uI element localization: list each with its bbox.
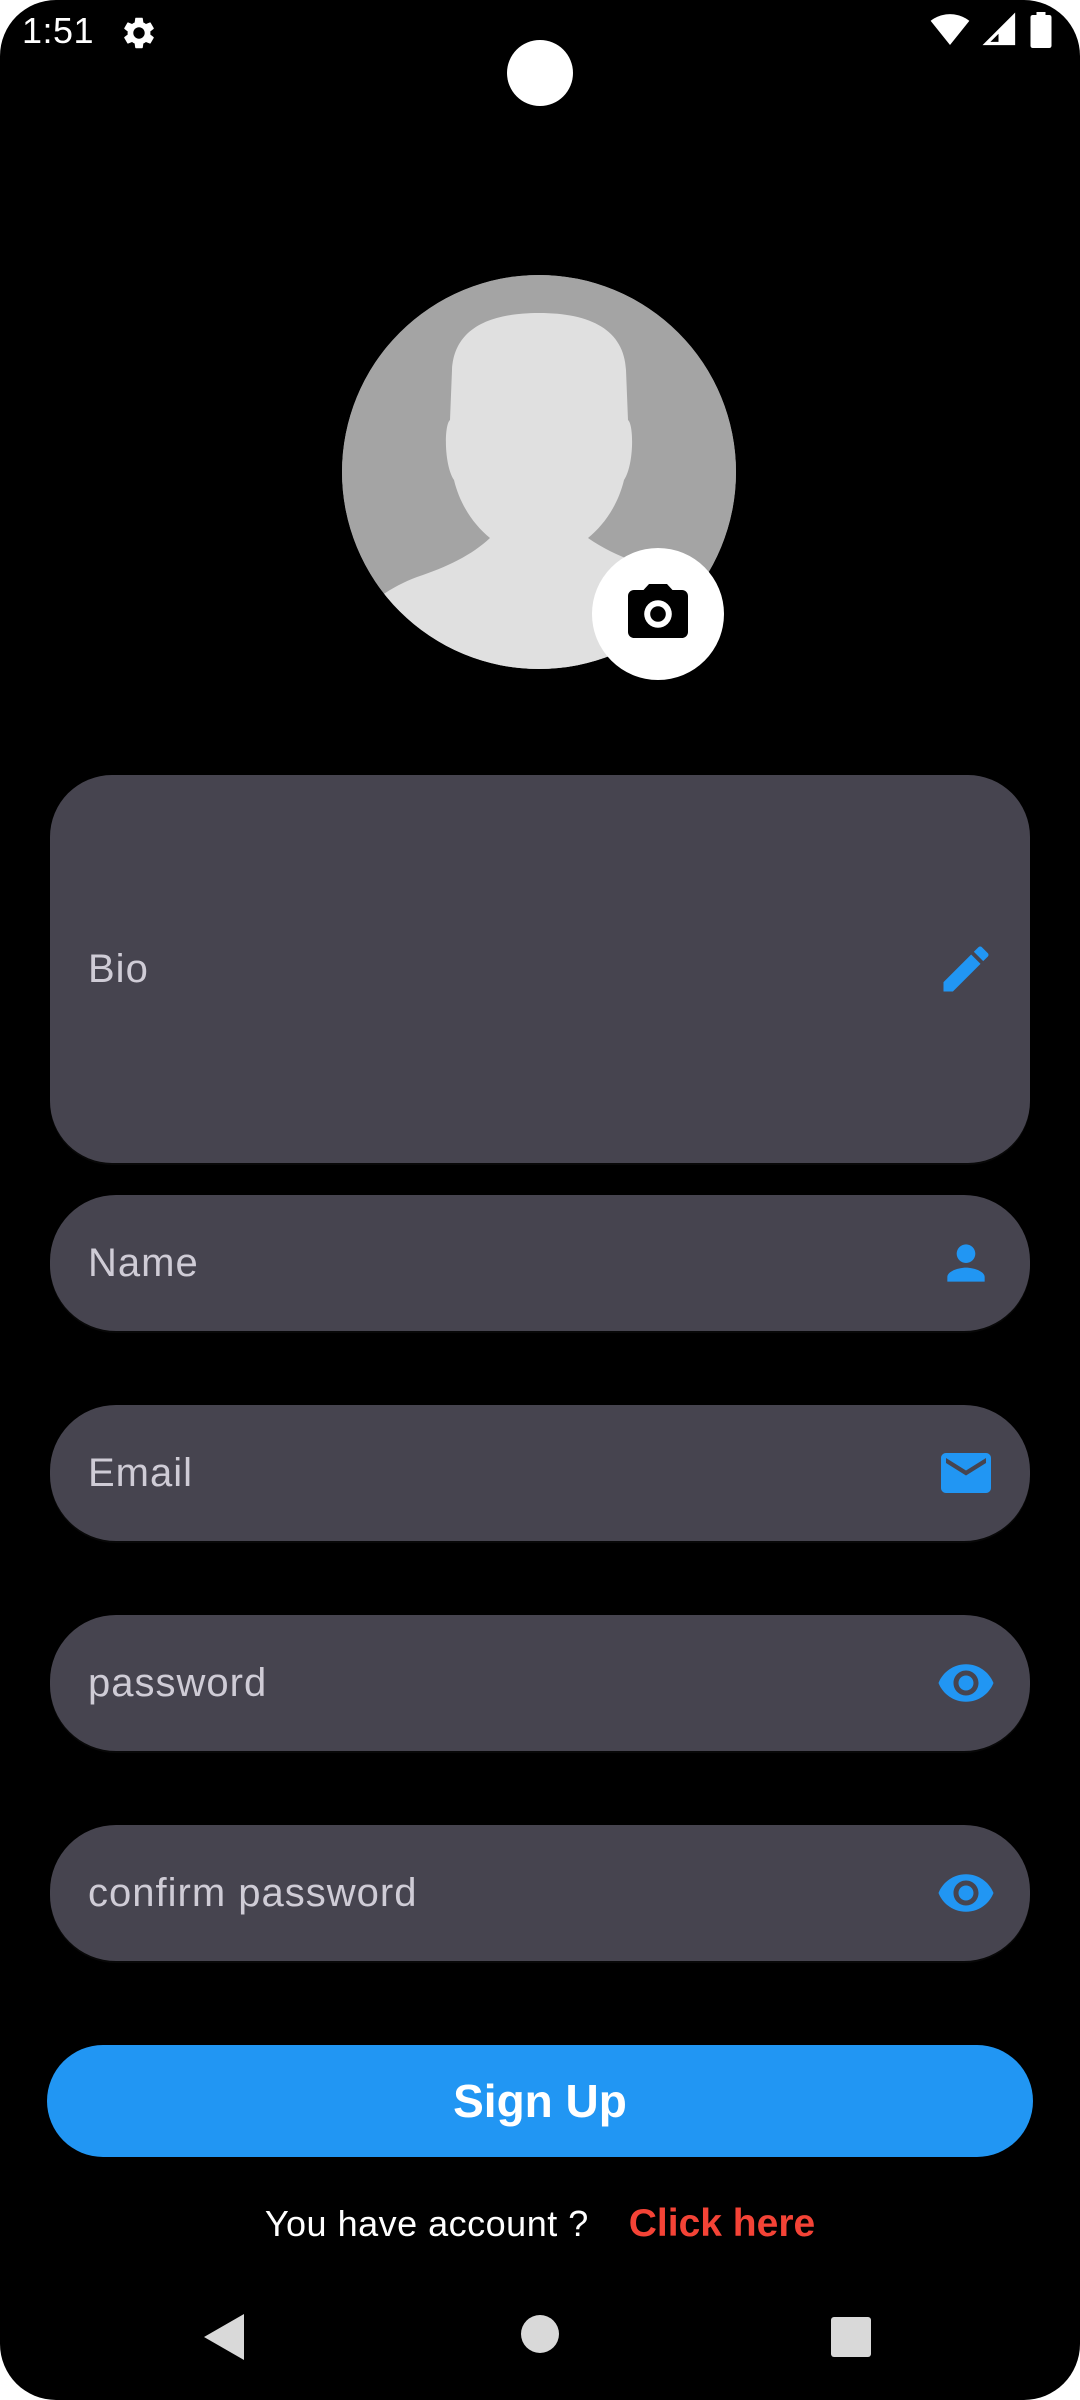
pencil-icon	[936, 939, 996, 999]
battery-icon	[1030, 11, 1052, 53]
camera-icon	[628, 584, 688, 638]
email-field[interactable]: Email	[50, 1405, 1030, 1541]
password-placeholder: password	[88, 1660, 268, 1705]
account-prompt-text: You have account ?	[264, 2203, 589, 2244]
email-placeholder: Email	[88, 1450, 194, 1495]
confirm-password-placeholder: confirm password	[88, 1870, 418, 1915]
click-here-link[interactable]: Click here	[629, 2202, 815, 2246]
change-photo-button[interactable]	[592, 548, 724, 680]
recents-icon[interactable]	[830, 2316, 872, 2363]
front-camera-cutout	[507, 40, 573, 106]
signal-icon	[982, 12, 1018, 53]
bio-placeholder: Bio	[88, 946, 149, 991]
mail-icon	[936, 1443, 996, 1503]
back-icon[interactable]	[204, 2314, 244, 2365]
password-field[interactable]: password	[50, 1615, 1030, 1751]
confirm-password-field[interactable]: confirm password	[50, 1825, 1030, 1961]
login-prompt: You have account ? Click here	[0, 2196, 1080, 2252]
person-icon	[936, 1233, 996, 1293]
status-icons	[930, 10, 1052, 55]
system-nav-bar	[0, 2300, 1080, 2380]
settings-icon	[120, 14, 158, 52]
bio-field[interactable]: Bio	[50, 775, 1030, 1163]
status-time: 1:51	[22, 10, 95, 51]
eye-icon[interactable]	[936, 1653, 996, 1713]
sign-up-button[interactable]: Sign Up	[47, 2045, 1033, 2157]
home-icon[interactable]	[520, 2314, 560, 2359]
name-field[interactable]: Name	[50, 1195, 1030, 1331]
wifi-icon	[930, 10, 970, 55]
name-placeholder: Name	[88, 1240, 199, 1285]
eye-icon[interactable]	[936, 1863, 996, 1923]
sign-up-screen: 1:51 Bio Name Email password confirm pas…	[0, 0, 1080, 2400]
